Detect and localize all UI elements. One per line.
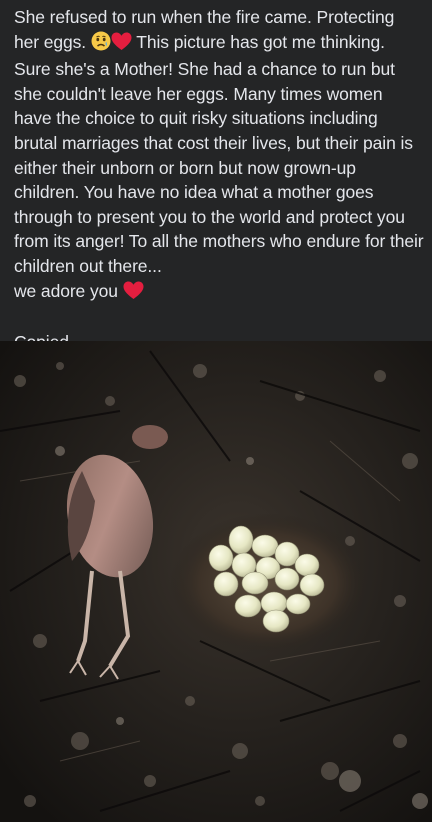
post-closing-line: we adore you <box>14 279 424 307</box>
post-body: Sure she's a Mother! She had a chance to… <box>14 59 424 276</box>
post-line: This picture has got me thinking. <box>136 31 385 52</box>
post-line: She refused to run when the fire came. P… <box>14 7 395 27</box>
facebook-post: She refused to run when the fire came. P… <box>0 0 432 822</box>
post-paragraph: She refused to run when the fire came. P… <box>14 5 424 279</box>
burnt-bird-and-eggs-image <box>0 341 432 822</box>
post-photo[interactable] <box>0 341 432 822</box>
red-heart-icon <box>111 32 132 58</box>
post-text: She refused to run when the fire came. P… <box>14 5 424 355</box>
red-heart-icon <box>123 281 144 307</box>
sad-face-emoji-icon <box>91 31 111 58</box>
closing-text: we adore you <box>14 280 118 301</box>
post-line: her eggs. <box>14 31 87 52</box>
